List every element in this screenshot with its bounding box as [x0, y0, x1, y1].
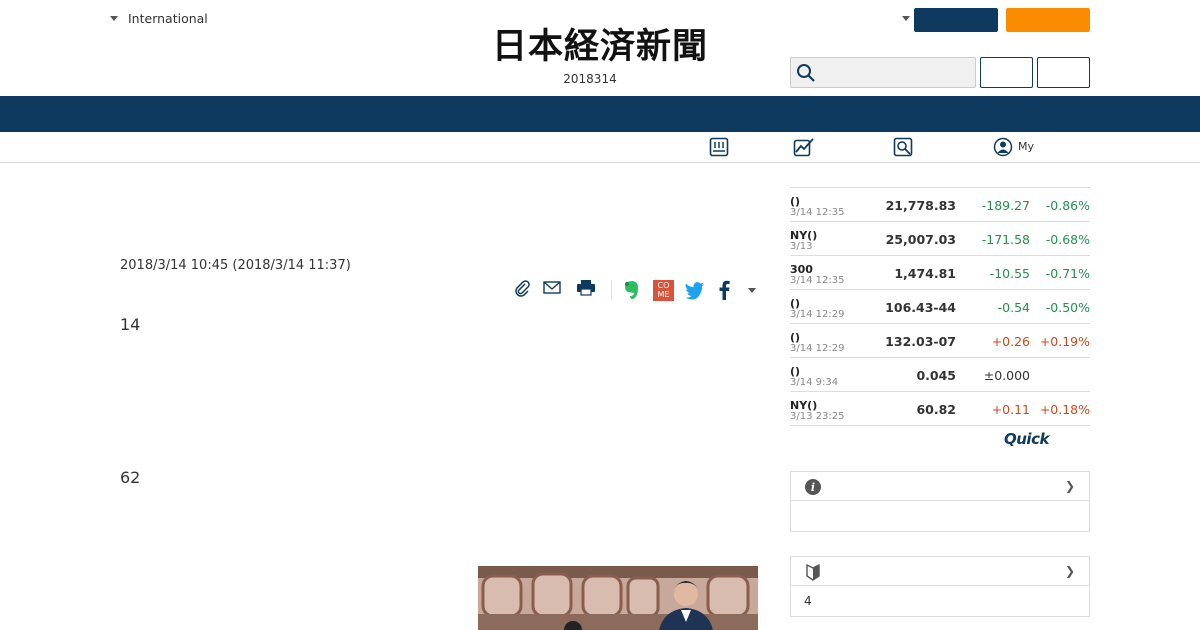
market-value: 106.43-44 [885, 300, 956, 315]
market-row[interactable]: 300 3/14 12:35 1,474.81 -10.55 -0.71% [790, 256, 1090, 290]
market-row[interactable]: () 3/14 12:35 21,778.83 -189.27 -0.86% [790, 188, 1090, 222]
article-paragraph: 62 [120, 468, 141, 487]
article-timestamp: 2018/3/14 10:45 (2018/3/14 11:37) [120, 258, 351, 273]
my-page-link[interactable]: My [1018, 140, 1034, 153]
market-row[interactable]: () 3/14 12:29 106.43-44 -0.54 -0.50% [790, 290, 1090, 324]
market-change: -171.58 [981, 232, 1030, 247]
facebook-icon[interactable] [717, 279, 731, 301]
chevron-down-icon[interactable] [902, 16, 910, 21]
market-percent: -0.68% [1045, 232, 1090, 247]
market-time: 3/14 9:34 [790, 377, 839, 388]
market-change: -0.54 [997, 300, 1030, 315]
market-value: 60.82 [916, 402, 956, 417]
masthead-logo[interactable]: 日本経済新聞 [450, 27, 750, 67]
info-box: ❯ 4 [790, 556, 1090, 617]
info-box: i ❯ [790, 471, 1090, 532]
chevron-right-icon: ❯ [1064, 479, 1075, 493]
market-percent: +0.19% [1039, 334, 1090, 349]
print-icon[interactable] [575, 278, 597, 298]
chart-icon[interactable] [793, 137, 815, 157]
paperclip-icon[interactable] [512, 278, 532, 298]
issue-date: 2018314 [563, 72, 617, 86]
info-box-header[interactable]: ❯ [791, 557, 1089, 586]
market-value: 21,778.83 [885, 198, 956, 213]
main-nav-bar[interactable] [0, 96, 1200, 132]
market-value: 0.045 [916, 368, 956, 383]
market-time: 3/14 12:35 [790, 207, 845, 218]
subscribe-button[interactable] [1006, 8, 1090, 32]
market-data-table: () 3/14 12:35 21,778.83 -189.27 -0.86% N… [790, 187, 1090, 426]
login-button[interactable] [914, 8, 998, 32]
market-time: 3/13 [790, 241, 813, 252]
market-percent: -0.50% [1045, 300, 1090, 315]
evernote-icon[interactable] [622, 279, 642, 301]
info-icon: i [805, 479, 821, 495]
market-value: 1,474.81 [894, 266, 956, 281]
market-value: 25,007.03 [885, 232, 956, 247]
market-percent: -0.71% [1045, 266, 1090, 281]
chevron-down-icon [110, 16, 118, 21]
chevron-down-icon[interactable] [748, 288, 756, 293]
market-change: -189.27 [981, 198, 1030, 213]
market-change: -10.55 [989, 266, 1030, 281]
market-time: 3/13 23:25 [790, 411, 845, 422]
user-icon[interactable] [993, 137, 1013, 157]
newspaper-icon[interactable] [709, 137, 729, 157]
search-box[interactable] [790, 57, 976, 88]
divider [611, 280, 612, 300]
market-row[interactable]: () 3/14 12:29 132.03-07 +0.26 +0.19% [790, 324, 1090, 358]
search-icon[interactable] [796, 63, 816, 83]
market-change: +0.11 [991, 402, 1030, 417]
quick-logo[interactable]: Quick [1004, 430, 1049, 448]
outline-button-2[interactable] [1037, 57, 1090, 88]
market-row[interactable]: () 3/14 9:34 0.045 ±0.000 [790, 358, 1090, 392]
outline-button-1[interactable] [980, 57, 1033, 88]
article-paragraph: 14 [120, 315, 141, 334]
twitter-icon[interactable] [684, 280, 706, 300]
article-photo [478, 566, 758, 630]
market-value: 132.03-07 [885, 334, 956, 349]
beginner-mark-icon [806, 563, 820, 581]
market-percent: +0.18% [1039, 402, 1090, 417]
info-box-text: 4 [804, 594, 812, 608]
market-percent: -0.86% [1045, 198, 1090, 213]
market-change: ±0.000 [983, 368, 1030, 383]
edition-label: International [128, 11, 208, 26]
search-input[interactable] [821, 62, 969, 84]
info-box-header[interactable]: i ❯ [791, 472, 1089, 501]
search-paper-icon[interactable] [893, 137, 913, 157]
svg-text:i: i [811, 481, 815, 494]
market-change: +0.26 [991, 334, 1030, 349]
market-row[interactable]: NY() 3/13 25,007.03 -171.58 -0.68% [790, 222, 1090, 256]
chevron-right-icon: ❯ [1064, 564, 1075, 578]
market-time: 3/14 12:35 [790, 275, 845, 286]
market-time: 3/14 12:29 [790, 343, 845, 354]
edition-selector[interactable]: International [110, 11, 208, 26]
mail-icon[interactable] [542, 278, 562, 298]
market-time: 3/14 12:29 [790, 309, 845, 320]
market-row[interactable]: NY() 3/13 23:25 60.82 +0.11 +0.18% [790, 392, 1090, 426]
come-icon[interactable]: CO ME [653, 280, 674, 301]
